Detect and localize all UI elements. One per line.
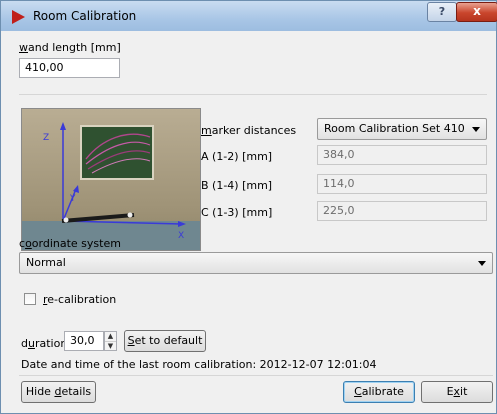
z-axis-arrow (60, 122, 66, 130)
marker-a-value: 384,0 (317, 145, 487, 165)
duration-label: duration (21, 337, 68, 350)
marker-set-selected: Room Calibration Set 410 (324, 122, 465, 135)
calibrate-button[interactable]: Calibrate (343, 381, 415, 403)
axis-label-z: Z (43, 133, 49, 143)
recalibration-checkbox[interactable] (24, 293, 36, 305)
wand-length-label: wand length [mm] (19, 41, 121, 54)
marker-set-select[interactable]: Room Calibration Set 410 (317, 118, 487, 140)
wand-marker (127, 212, 133, 218)
coordinate-system-label: coordinate system (19, 237, 121, 250)
recalibration-label[interactable]: re-calibration (43, 293, 116, 306)
calibration-image: Z Y X (21, 108, 201, 251)
title-bar[interactable]: Room Calibration ? x (1, 1, 497, 31)
close-button[interactable]: x (456, 2, 497, 22)
calibration-wand (61, 213, 135, 223)
coordinate-system-select[interactable]: Normal (19, 252, 493, 274)
window-title: Room Calibration (33, 9, 137, 23)
separator (19, 94, 487, 95)
axis-label-y: Y (69, 194, 76, 204)
last-calibration-text: Date and time of the last room calibrati… (21, 358, 377, 371)
stepper-up-icon[interactable]: ▲ (105, 332, 116, 342)
calibration-scene-svg: Z Y X (22, 122, 200, 250)
wand-length-input[interactable]: 410,00 (19, 58, 120, 78)
duration-stepper[interactable]: ▲ ▼ (104, 331, 117, 351)
marker-distances-label: marker distances (201, 124, 297, 137)
marker-b-label: B (1-4) [mm] (201, 179, 273, 192)
y-axis-arrow (73, 185, 79, 193)
wand-marker (63, 217, 69, 223)
hide-details-button[interactable]: Hide details (21, 381, 96, 403)
duration-input[interactable]: 30,0 (64, 331, 104, 351)
dialog-body: wand length [mm] 410,00 Z Y X marker dis… (8, 31, 493, 407)
exit-button[interactable]: Exit (421, 381, 493, 403)
chevron-down-icon (478, 261, 486, 266)
coordinate-system-selected: Normal (26, 256, 66, 269)
room-calibration-dialog: Room Calibration ? x wand length [mm] 41… (0, 0, 497, 414)
marker-c-value: 225,0 (317, 201, 487, 221)
set-to-default-button[interactable]: Set to default (124, 330, 206, 352)
marker-b-value: 114,0 (317, 174, 487, 194)
help-button[interactable]: ? (427, 2, 457, 22)
stepper-down-icon[interactable]: ▼ (105, 342, 116, 351)
chevron-down-icon (472, 127, 480, 132)
marker-a-label: A (1-2) [mm] (201, 150, 273, 163)
separator (19, 375, 493, 376)
marker-c-label: C (1-3) [mm] (201, 206, 273, 219)
app-logo-icon (12, 10, 25, 24)
axis-label-x: X (178, 231, 184, 241)
